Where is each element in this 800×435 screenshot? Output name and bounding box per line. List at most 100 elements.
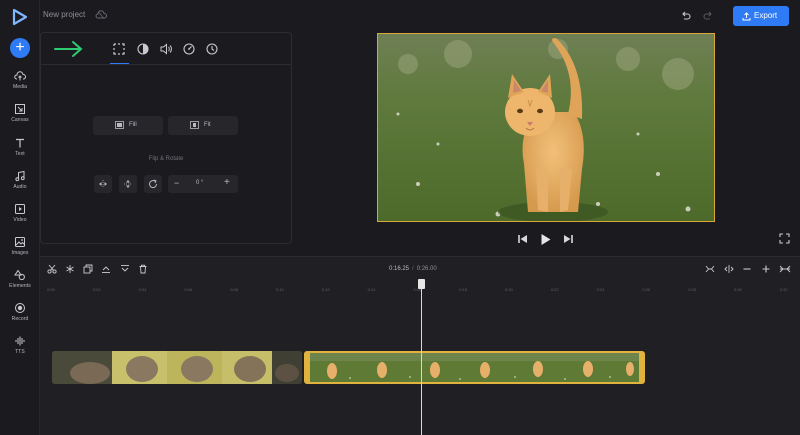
playhead[interactable]	[421, 279, 422, 435]
clip-2-thumbnails	[310, 353, 639, 382]
sidebar-item-label: Media	[12, 84, 28, 90]
fullscreen-icon[interactable]	[779, 233, 790, 244]
sidebar-item-label: Canvas	[11, 117, 29, 123]
playhead-handle[interactable]	[418, 279, 425, 289]
collapse-timeline-icon[interactable]	[779, 264, 791, 274]
crop-frame-icon	[113, 43, 125, 55]
rotation-stepper: − 0 ° +	[168, 175, 238, 193]
arrow-right-icon	[54, 41, 83, 57]
contrast-icon	[137, 43, 149, 55]
ruler-tick: 0:18	[459, 287, 467, 292]
scissors-icon[interactable]	[47, 264, 57, 274]
trash-icon[interactable]	[138, 264, 148, 274]
sidebar-item-label: TTS	[15, 349, 25, 355]
fit-timeline-icon[interactable]	[705, 264, 715, 274]
fill-label: Fill	[129, 122, 137, 128]
ruler-tick: 0:32	[779, 287, 788, 292]
sidebar-item-audio[interactable]: Audio	[0, 170, 40, 200]
add-media-button[interactable]: +	[10, 38, 30, 58]
cat-preview-image	[378, 34, 714, 221]
ruler-tick: 0:26	[642, 287, 651, 292]
video-preview[interactable]	[377, 33, 715, 222]
undo-icon[interactable]	[680, 10, 692, 22]
music-note-icon	[15, 170, 25, 182]
total-time: 0:26.00	[416, 266, 437, 272]
sidebar-item-label: Images	[11, 250, 29, 256]
speed-icon	[183, 43, 195, 55]
record-icon	[15, 303, 25, 313]
sidebar-item-label: Text	[15, 151, 25, 157]
cloud-upload-icon	[14, 71, 26, 81]
export-upload-icon	[742, 12, 751, 21]
skip-back-icon[interactable]	[517, 233, 529, 245]
split-down-icon[interactable]	[120, 264, 130, 274]
ruler-tick: 0:00	[47, 287, 55, 292]
sidebar-item-images[interactable]: Images	[0, 236, 40, 266]
sidebar-item-text[interactable]: Text	[0, 137, 40, 167]
sidebar-item-media[interactable]: Media	[0, 70, 40, 100]
time-separator: /	[412, 266, 414, 272]
flip-rotate-title: Flip & Rotate	[148, 156, 184, 162]
image-icon	[15, 237, 25, 247]
rotate-icon	[149, 179, 158, 189]
fit-button[interactable]: Fit	[168, 116, 238, 135]
duplicate-icon[interactable]	[83, 264, 93, 274]
freeze-frame-icon[interactable]	[65, 264, 75, 274]
sidebar-item-record[interactable]: Record	[0, 302, 40, 332]
app-logo-icon[interactable]	[11, 8, 29, 26]
video-editor-app: + Media Canvas Text Audio Video Images E…	[0, 0, 800, 435]
video-clip-2[interactable]	[304, 351, 645, 384]
redo-icon[interactable]	[702, 10, 714, 22]
fill-button[interactable]: Fill	[93, 116, 163, 135]
snap-icon[interactable]	[724, 264, 734, 274]
fit-label: Fit	[204, 122, 211, 128]
tab-timing[interactable]	[205, 42, 221, 58]
play-icon[interactable]	[539, 233, 552, 246]
skip-forward-icon[interactable]	[562, 233, 574, 245]
fit-icon	[190, 121, 199, 129]
rotation-decrease-button[interactable]: −	[174, 178, 179, 188]
flip-vertical-icon	[124, 180, 132, 188]
top-bar: New project Export	[40, 0, 800, 32]
export-label: Export	[754, 11, 778, 20]
tab-speed[interactable]	[182, 42, 198, 58]
timeline: 0:16.25/0:26.00 0:00 0:02 0:04 0:06 0:08 0:10…	[40, 256, 800, 435]
sidebar-item-video[interactable]: Video	[0, 203, 40, 233]
ruler-tick: 0:06	[184, 287, 193, 292]
current-time: 0:16.25	[389, 266, 410, 272]
tab-crop[interactable]	[110, 42, 129, 64]
video-play-icon	[15, 204, 25, 214]
ruler-tick: 0:22	[550, 287, 559, 292]
clock-icon	[206, 43, 218, 55]
ruler-tick: 0:20	[505, 287, 513, 292]
panel-tabs	[41, 33, 291, 65]
ruler-tick: 0:12	[321, 287, 330, 292]
sidebar-item-tts[interactable]: TTS	[0, 335, 40, 365]
ruler-tick: 0:28	[688, 287, 696, 292]
rotate-button[interactable]	[144, 175, 162, 193]
flip-horizontal-icon	[99, 180, 107, 188]
zoom-in-icon[interactable]	[761, 264, 771, 274]
rotation-value[interactable]: 0 °	[196, 180, 203, 186]
zoom-out-icon[interactable]	[742, 264, 752, 274]
video-clip-1[interactable]	[52, 351, 302, 384]
tab-adjust[interactable]	[136, 42, 152, 58]
sidebar-item-canvas[interactable]: Canvas	[0, 103, 40, 133]
rotation-increase-button[interactable]: +	[224, 177, 230, 188]
sidebar-item-label: Record	[11, 316, 29, 322]
ruler-tick: 0:04	[138, 287, 147, 292]
sidebar-item-elements[interactable]: Elements	[0, 269, 40, 299]
project-name[interactable]: New project	[43, 10, 85, 19]
tab-volume[interactable]	[159, 42, 175, 58]
clip-trim-handle-right[interactable]	[639, 353, 643, 382]
export-button[interactable]: Export	[733, 6, 789, 26]
split-up-icon[interactable]	[101, 264, 111, 274]
shapes-icon	[14, 269, 25, 281]
flip-vertical-button[interactable]	[119, 175, 137, 193]
sidebar-item-label: Elements	[9, 283, 31, 289]
volume-icon	[160, 43, 172, 55]
clip-1-thumbnails	[52, 351, 302, 384]
flip-horizontal-button[interactable]	[94, 175, 112, 193]
canvas-resize-icon	[15, 104, 25, 114]
text-icon	[16, 138, 24, 148]
